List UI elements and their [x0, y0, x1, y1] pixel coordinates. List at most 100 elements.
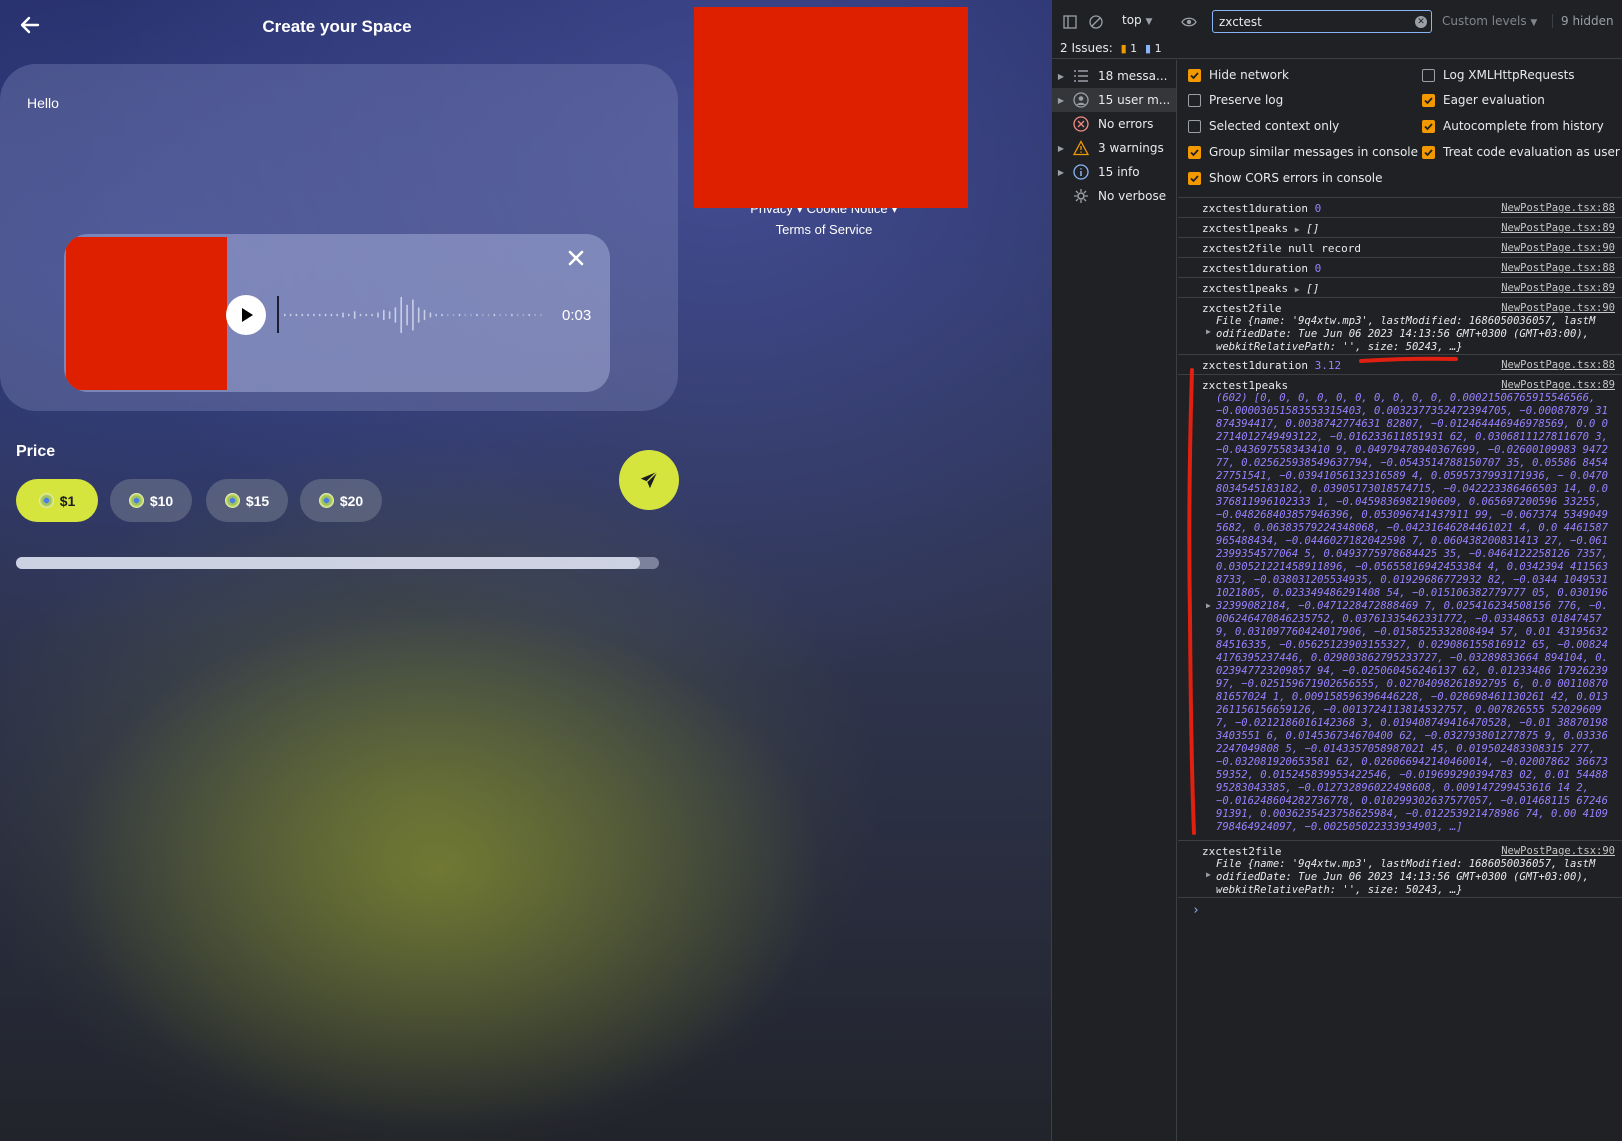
issues-summary[interactable]: 2 Issues: ▮ 1 ▮ 1 [1060, 41, 1162, 55]
checkbox[interactable] [1422, 68, 1435, 82]
audio-cover-image [66, 237, 227, 390]
waveform-bar [423, 309, 426, 321]
source-link[interactable]: NewPostPage.tsx:89 [1501, 282, 1615, 294]
log-message[interactable]: zxctest1duration 3.12 NewPostPage.tsx:88 [1178, 355, 1622, 375]
setting-treat-code-eval[interactable]: Treat code evaluation as user actio [1422, 142, 1622, 162]
price-option-label: $10 [149, 492, 174, 509]
source-link[interactable]: NewPostPage.tsx:88 [1501, 359, 1615, 371]
setting-label: Log XMLHttpRequests [1443, 68, 1575, 82]
log-message[interactable]: zxctest1peaks NewPostPage.tsx:89 ▶ (602)… [1178, 375, 1622, 841]
checkbox[interactable] [1188, 119, 1201, 133]
price-option-20[interactable]: $20 [300, 479, 382, 522]
expand-arrow-icon[interactable]: ▶ [1206, 601, 1211, 610]
sidebar-item-info[interactable]: ▶ 15 info [1052, 160, 1176, 184]
setting-label: Treat code evaluation as user actio [1443, 145, 1622, 159]
waveform-bar [324, 313, 327, 317]
log-text: zxctest1duration [1202, 359, 1308, 372]
sidebar-item-verbose[interactable]: No verbose [1052, 184, 1176, 208]
setting-eager-evaluation[interactable]: Eager evaluation [1422, 90, 1545, 110]
checkbox[interactable] [1188, 145, 1201, 159]
issue-warning-count: 1 [1130, 42, 1138, 55]
clear-filter-icon[interactable]: ✕ [1415, 16, 1427, 28]
eye-icon[interactable] [1181, 14, 1197, 30]
context-selector[interactable]: top ▼ [1122, 13, 1152, 27]
waveform-bar [394, 307, 397, 323]
expand-arrow-icon[interactable]: ▶ [1295, 225, 1300, 234]
source-link[interactable]: NewPostPage.tsx:89 [1501, 379, 1615, 391]
sidebar-item-warnings[interactable]: ▶ 3 warnings [1052, 136, 1176, 160]
waveform-bar [528, 313, 531, 317]
expand-arrow-icon[interactable]: ▶ [1052, 72, 1070, 81]
price-option-10[interactable]: $10 [110, 479, 192, 522]
expand-arrow-icon[interactable]: ▶ [1206, 870, 1211, 879]
clear-console-icon[interactable] [1088, 14, 1104, 30]
waveform-bar [353, 311, 356, 319]
price-option-1[interactable]: $1 [16, 479, 98, 522]
upload-progress-fill [16, 557, 640, 569]
setting-autocomplete[interactable]: Autocomplete from history [1422, 116, 1604, 136]
waveform-bar [289, 313, 292, 317]
log-levels-dropdown[interactable]: Custom levels ▼ [1442, 14, 1537, 28]
log-message[interactable]: zxctest1duration 0 NewPostPage.tsx:88 [1178, 198, 1622, 218]
issue-warning-badge[interactable]: ▮ 1 [1121, 42, 1138, 55]
waveform-bar [452, 313, 455, 317]
price-option-15[interactable]: $15 [206, 479, 288, 522]
setting-group-similar[interactable]: Group similar messages in console [1188, 142, 1418, 162]
waveform-bar [522, 313, 525, 317]
issues-label: 2 Issues: [1060, 41, 1113, 55]
waveform-bar [429, 312, 432, 318]
log-message[interactable]: zxctest2file null record NewPostPage.tsx… [1178, 238, 1622, 258]
send-button[interactable] [619, 450, 679, 510]
log-text: zxctest1peaks [1202, 222, 1289, 235]
log-message[interactable]: zxctest1peaks ▶ [] NewPostPage.tsx:89 [1178, 278, 1622, 298]
waveform-bar [348, 313, 350, 317]
console-prompt[interactable]: › [1192, 903, 1200, 918]
source-link[interactable]: NewPostPage.tsx:88 [1501, 202, 1615, 214]
log-message[interactable]: zxctest1peaks ▶ [] NewPostPage.tsx:89 [1178, 218, 1622, 238]
sidebar-item-messages[interactable]: ▶ 18 messa... [1052, 64, 1176, 88]
sidebar-toggle-icon[interactable] [1062, 14, 1078, 30]
sidebar-item-label: No verbose [1098, 189, 1167, 203]
setting-show-cors[interactable]: Show CORS errors in console [1188, 168, 1383, 188]
filter-input[interactable]: zxctest ✕ [1212, 10, 1432, 33]
source-link[interactable]: NewPostPage.tsx:90 [1501, 302, 1615, 314]
source-link[interactable]: NewPostPage.tsx:90 [1501, 845, 1615, 857]
waveform-bar [388, 311, 391, 319]
issue-info-badge[interactable]: ▮ 1 [1145, 42, 1162, 55]
checkbox[interactable] [1188, 93, 1201, 107]
terms-of-service-link[interactable]: Terms of Service [694, 219, 954, 240]
expand-arrow-icon[interactable]: ▶ [1206, 327, 1211, 336]
setting-hide-network[interactable]: Hide network [1188, 65, 1289, 85]
source-link[interactable]: NewPostPage.tsx:88 [1501, 262, 1615, 274]
log-message[interactable]: zxctest2file NewPostPage.tsx:90 ▶ File {… [1178, 298, 1622, 355]
playhead[interactable] [277, 296, 279, 333]
checkbox[interactable] [1422, 145, 1435, 159]
expand-arrow-icon[interactable]: ▶ [1052, 144, 1070, 153]
setting-preserve-log[interactable]: Preserve log [1188, 90, 1283, 110]
compose-textarea[interactable]: Hello [27, 95, 627, 111]
source-link[interactable]: NewPostPage.tsx:90 [1501, 242, 1615, 254]
expand-arrow-icon[interactable]: ▶ [1052, 96, 1070, 105]
checkbox[interactable] [1422, 119, 1435, 133]
sidebar-item-errors[interactable]: No errors [1052, 112, 1176, 136]
coin-icon [318, 493, 334, 508]
checkbox[interactable] [1188, 68, 1201, 82]
verbose-icon [1070, 188, 1092, 204]
expand-arrow-icon[interactable]: ▶ [1295, 285, 1300, 294]
close-icon[interactable] [565, 247, 587, 269]
sidebar-item-user-messages[interactable]: ▶ 15 user m... [1052, 88, 1176, 112]
log-message[interactable]: zxctest2file NewPostPage.tsx:90 ▶ File {… [1178, 841, 1622, 898]
source-link[interactable]: NewPostPage.tsx:89 [1501, 222, 1615, 234]
play-button[interactable] [226, 295, 266, 335]
audio-waveform[interactable] [284, 294, 546, 336]
file-object-line: webkitRelativePath: '', size: 50243, …} [1216, 341, 1463, 353]
issues-bar[interactable]: 2 Issues: ▮ 1 ▮ 1 [1052, 37, 1622, 59]
checkbox[interactable] [1188, 171, 1201, 185]
setting-selected-context[interactable]: Selected context only [1188, 116, 1339, 136]
checkbox[interactable] [1422, 93, 1435, 107]
file-object-line: odifiedDate: Tue Jun 06 2023 14:13:56 GM… [1216, 871, 1589, 883]
devtools-panel: top ▼ zxctest ✕ Custom levels ▼ 9 hidden… [1051, 0, 1622, 1141]
log-message[interactable]: zxctest1duration 0 NewPostPage.tsx:88 [1178, 258, 1622, 278]
expand-arrow-icon[interactable]: ▶ [1052, 168, 1070, 177]
setting-log-xhr[interactable]: Log XMLHttpRequests [1422, 65, 1575, 85]
